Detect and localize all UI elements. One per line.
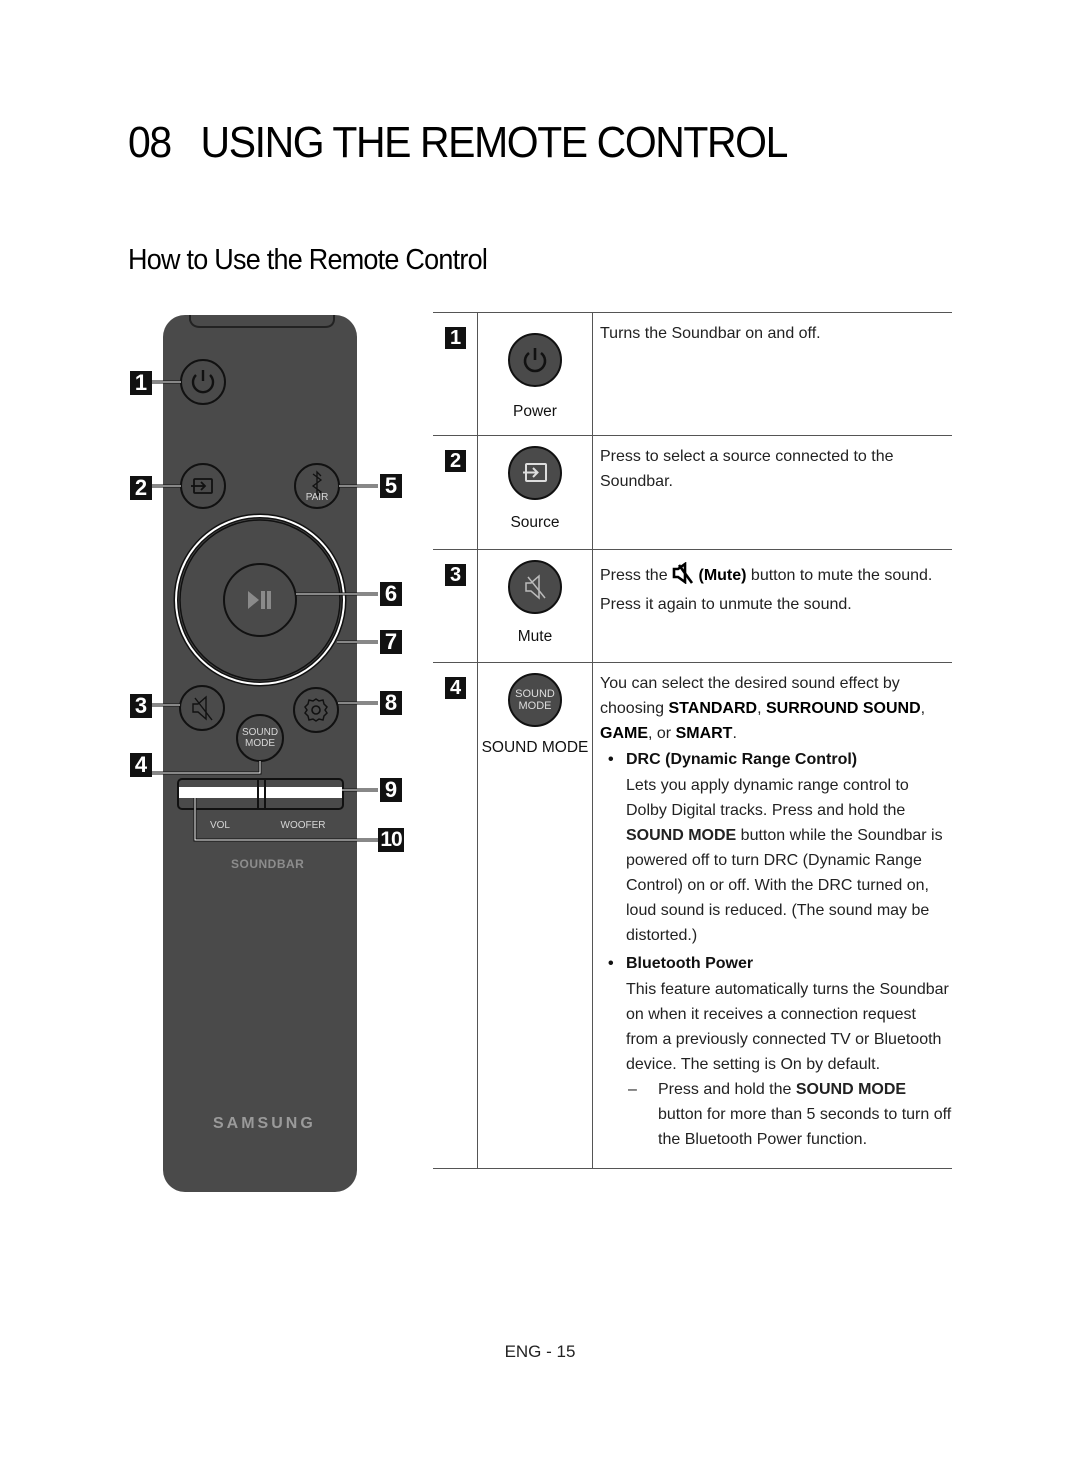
sound-mode-label-line1: SOUND [241,727,279,738]
text-run: Press it again to unmute the sound. [600,596,852,613]
callout-8: 8 [380,691,402,715]
bullet-bluetooth-body: This feature automatically turns the Sou… [626,981,949,1073]
table-row: 4 SOUND MODE SOUND MODE You can select t… [433,662,952,1169]
button-name: Mute [517,628,553,645]
row-description: Turns the Soundbar on and off. [600,325,821,342]
mode-smart: SMART [675,725,733,742]
woofer-label: WOOFER [280,820,326,831]
remote-vol-woofer-rocker [177,778,344,810]
bluetooth-sub-note: Press and hold the SOUND MODE button for… [600,1077,952,1152]
section-title: How to Use the Remote Control [128,244,488,276]
remote-power-button [180,359,226,405]
row-number-badge: 2 [445,450,466,472]
text-run: , [757,700,766,717]
chapter-title-text: USING THE REMOTE CONTROL [200,118,789,167]
remote-play-pause-button [223,563,297,637]
text-run: , [920,700,926,717]
button-description-table: 1 Power Turns the Soundbar on and off. 2… [433,312,952,1169]
text-run-bold: SOUND MODE [795,1081,907,1098]
page-number: ENG - 15 [504,1342,576,1361]
callout-7: 7 [380,630,402,654]
pair-label: PAIR [305,492,329,503]
button-name: Power [513,403,557,420]
chapter-title: 08 USING THE REMOTE CONTROL [128,118,789,168]
table-row: 2 Source Press to select a source connec… [433,435,952,550]
table-row: 1 Power Turns the Soundbar on and off. [433,312,952,436]
row-number-badge: 4 [445,677,466,699]
row-description-line: Press to select a source connected to th… [600,448,894,465]
sound-mode-icon: SOUND MODE [508,673,562,727]
callout-4: 4 [130,753,152,777]
button-name: SOUND MODE [481,739,589,756]
callout-5: 5 [380,474,402,498]
callout-3: 3 [130,694,152,718]
row-number-badge: 1 [445,327,466,349]
text-run: button to mute the sound. [746,567,933,584]
chapter-number: 08 [128,118,172,167]
samsung-logo: SAMSUNG [213,1115,316,1132]
mute-icon [508,560,562,614]
bullet-drc-body: Lets you apply dynamic range control to … [600,773,952,948]
callout-6: 6 [380,582,402,606]
row-description: Press to select a source connected to th… [600,444,952,494]
row-description: Press the (Mute) button to mute the soun… [600,561,952,617]
text-run: , or [648,725,676,742]
text-run: button while the Soundbar is powered off… [626,827,943,944]
mute-inline-icon [672,561,694,592]
mode-standard: STANDARD [668,700,758,717]
callout-2: 2 [130,476,152,500]
icon-text: MODE [518,700,552,712]
remote-source-button [180,463,226,509]
sound-mode-label-line2: MODE [245,738,275,749]
soundbar-label: SOUNDBAR [231,857,305,871]
vol-label: VOL [209,820,230,831]
button-name: Source [510,514,560,531]
source-icon [508,446,562,500]
remote-drawing [152,315,378,1192]
remote-settings-button [293,687,339,733]
bullet-bluetooth-title: Bluetooth Power [608,950,952,977]
text-run: Lets you apply dynamic range control to … [626,777,909,819]
text-run: . [732,725,737,742]
remote-illustration: 1 2 3 4 5 6 7 8 9 10 PAIR SOUND MODE VOL… [120,310,420,1200]
callout-9: 9 [380,778,402,802]
callout-1: 1 [130,371,152,395]
row-description: You can select the desired sound effect … [600,671,952,746]
icon-text: SOUND [515,688,555,700]
text-run: Press the [600,567,673,584]
callout-10: 10 [378,828,404,852]
mode-game: GAME [600,725,648,742]
table-row: 3 Mute Press the (Mute) button to mute t… [433,549,952,663]
text-run-bold: SOUND MODE [626,827,737,844]
power-icon [508,333,562,387]
bullet-drc-title: DRC (Dynamic Range Control) [608,746,952,773]
mode-surround: SURROUND SOUND [765,700,921,717]
row-description-line: Soundbar. [600,473,673,490]
remote-mute-button [179,685,225,731]
row-number-badge: 3 [445,564,466,586]
text-run: Press and hold the [658,1081,796,1098]
text-run-bold: (Mute) [698,567,747,584]
text-run: button for more than 5 seconds to turn o… [658,1106,952,1148]
